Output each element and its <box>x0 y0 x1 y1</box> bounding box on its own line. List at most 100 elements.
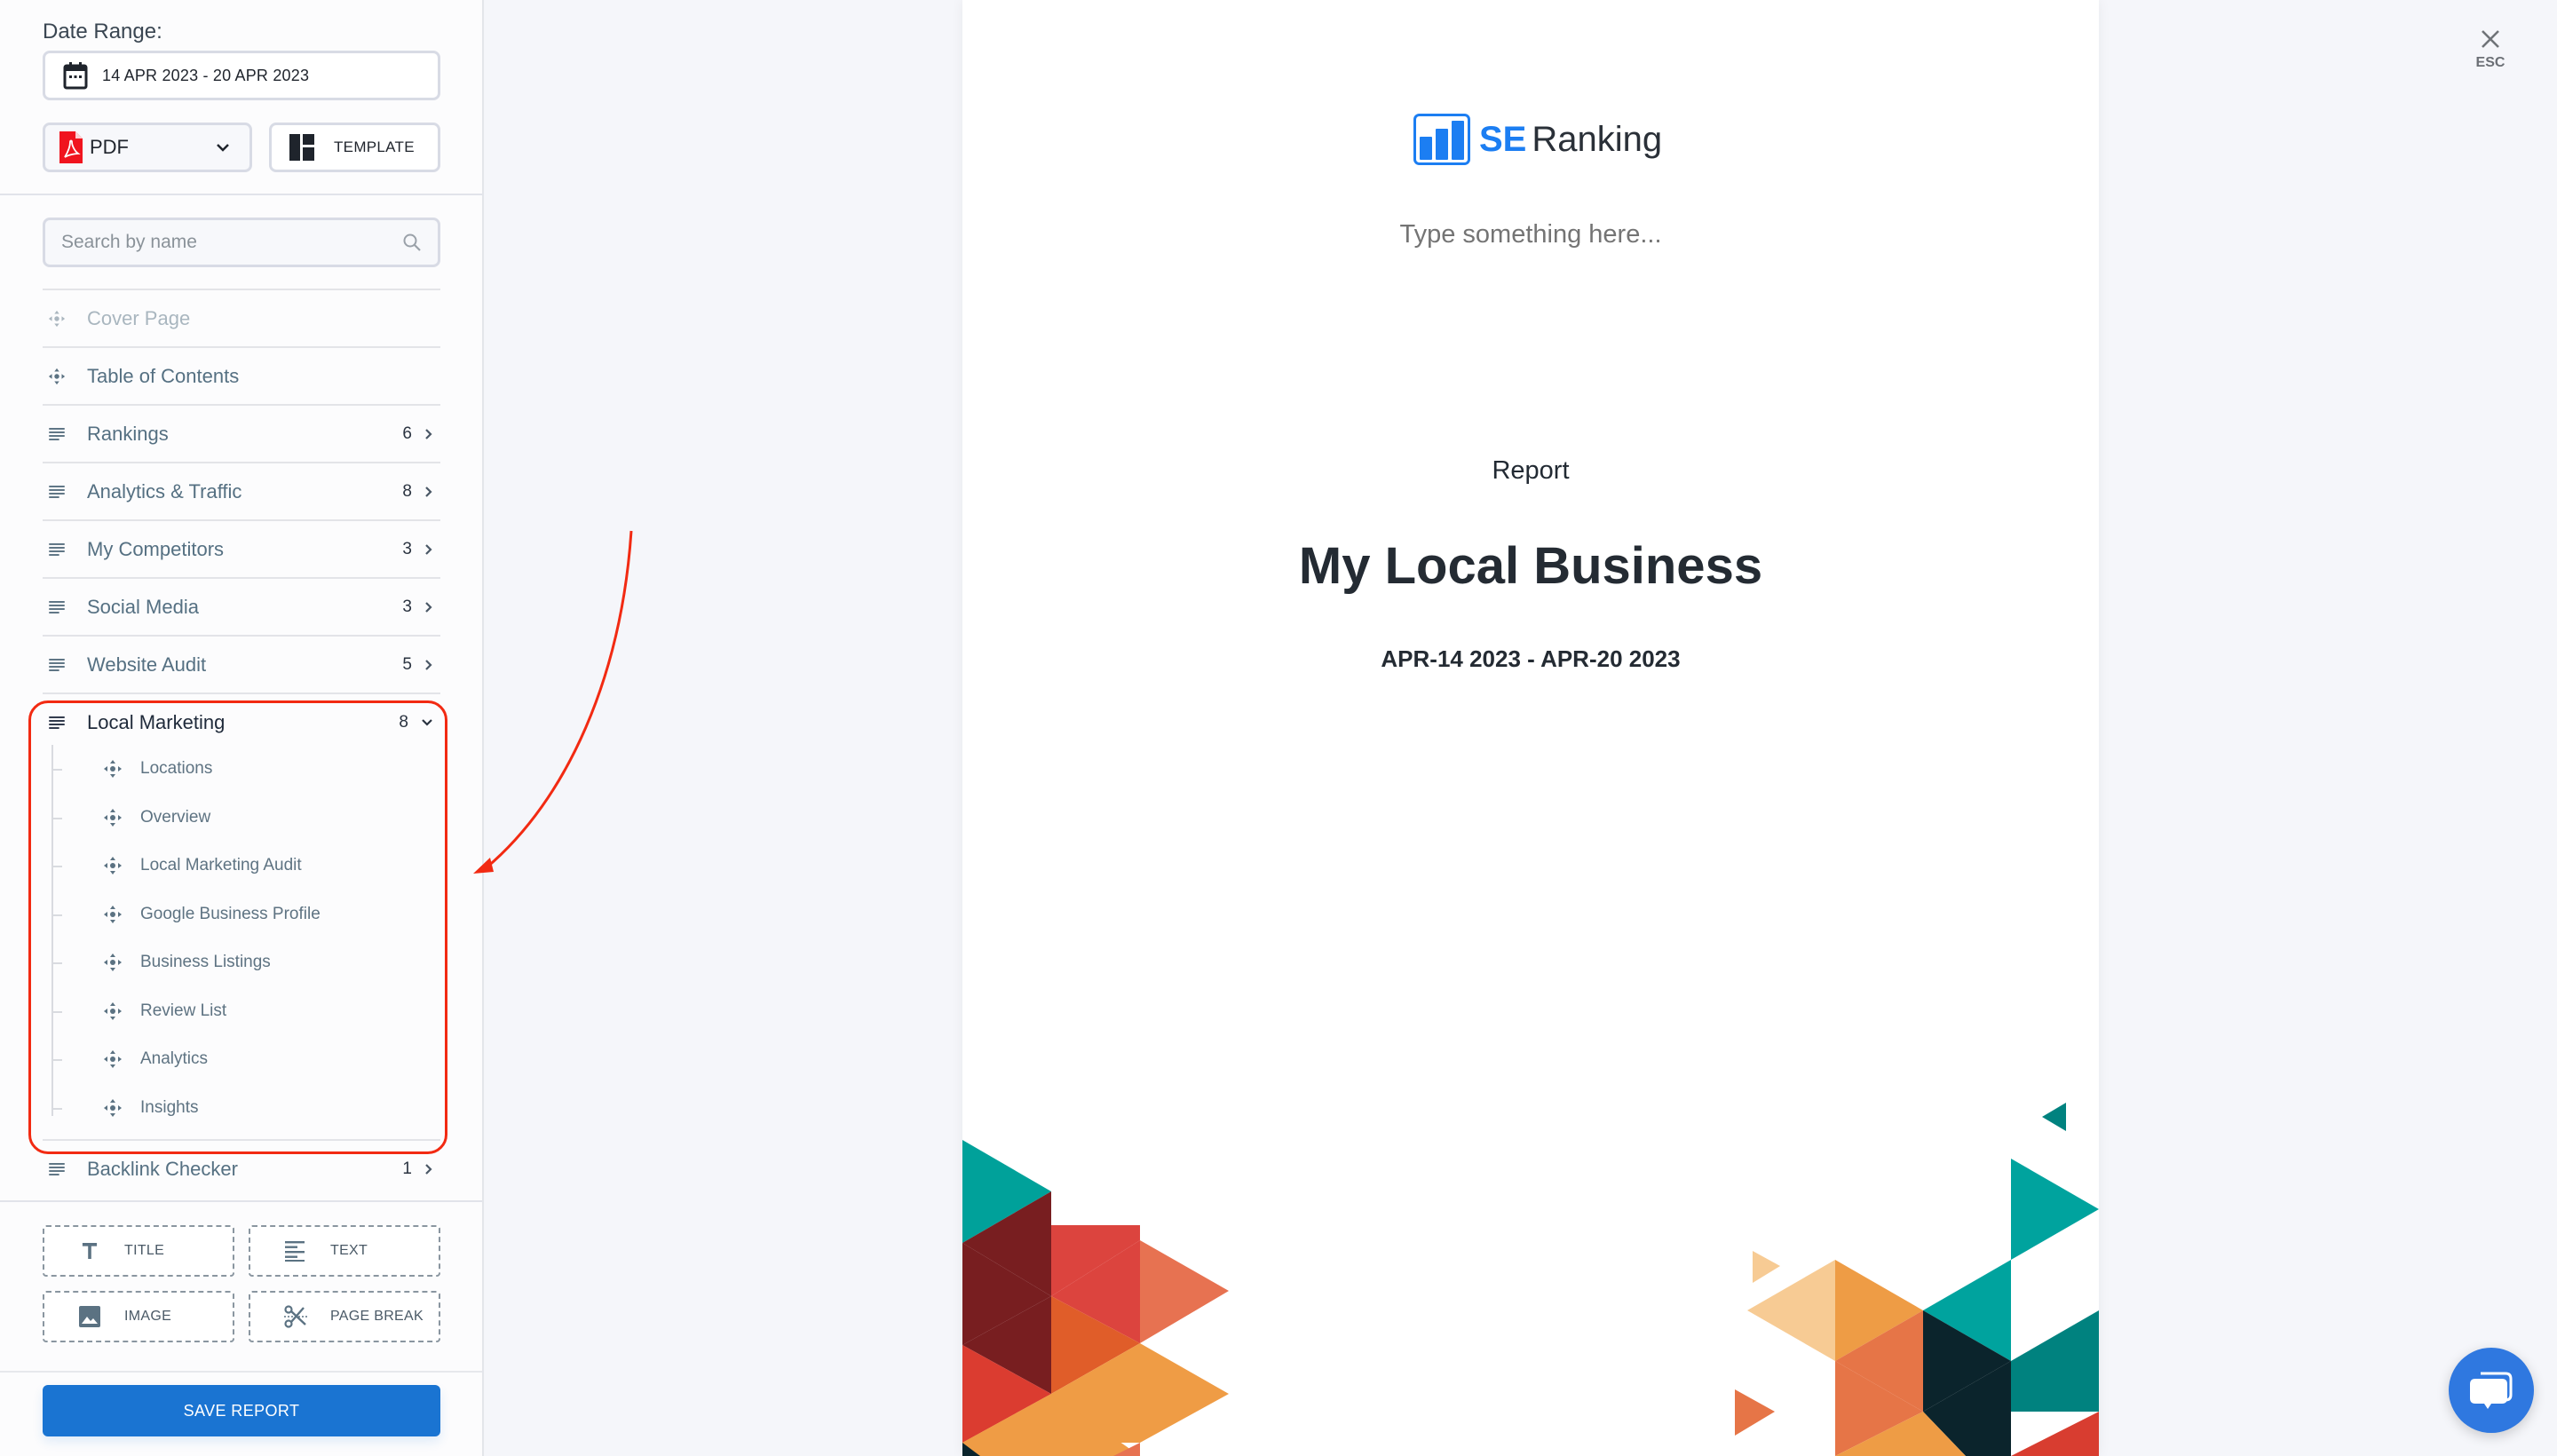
tree-branch <box>51 866 62 868</box>
search-icon[interactable] <box>402 233 422 252</box>
title-t-icon <box>78 1239 101 1262</box>
deco-triangle <box>1835 1260 1923 1361</box>
section-count: 3 <box>402 539 412 558</box>
export-format-select[interactable]: PDF <box>43 123 252 172</box>
chevron-right-icon[interactable] <box>424 543 433 556</box>
tree-branch <box>51 914 62 916</box>
add-page-break-label: PAGE BREAK <box>330 1309 424 1324</box>
drag-move-icon[interactable] <box>103 1098 123 1118</box>
bar-chart-logo-icon <box>1413 114 1470 165</box>
deco-triangle <box>962 1296 1051 1394</box>
date-range-label: Date Range: <box>43 20 162 44</box>
add-image-button[interactable]: IMAGE <box>43 1291 234 1342</box>
section-item-local-marketing[interactable]: Local Marketing 8 <box>43 692 440 750</box>
search-field[interactable] <box>43 218 440 267</box>
subsection-item[interactable]: Analytics <box>43 1035 440 1084</box>
subsection-item[interactable]: Locations <box>43 745 440 794</box>
chevron-right-icon[interactable] <box>424 659 433 671</box>
section-item-rankings[interactable]: Rankings 6 <box>43 404 440 462</box>
deco-triangle <box>1735 1389 1775 1436</box>
save-report-button[interactable]: SAVE REPORT <box>43 1385 440 1436</box>
subsection-label: Locations <box>140 759 213 779</box>
logo-ranking-text: Ranking <box>1532 119 1663 159</box>
drag-move-icon[interactable] <box>103 759 123 779</box>
subsection-item[interactable]: Insights <box>43 1084 440 1133</box>
drag-move-icon[interactable] <box>103 953 123 972</box>
deco-triangle <box>962 1343 1229 1443</box>
drag-move-icon[interactable] <box>103 808 123 827</box>
chevron-right-icon[interactable] <box>424 428 433 440</box>
list-icon <box>48 483 66 501</box>
deco-triangle <box>2011 1412 2099 1456</box>
list-icon <box>48 1160 66 1178</box>
section-item-cover-page[interactable]: Cover Page <box>43 289 440 346</box>
editable-text-placeholder[interactable]: Type something here... <box>962 220 2099 249</box>
subsection-label: Local Marketing Audit <box>140 856 302 875</box>
chevron-right-icon[interactable] <box>424 1163 433 1175</box>
list-icon <box>48 714 66 732</box>
section-item-website-audit[interactable]: Website Audit 5 <box>43 635 440 692</box>
support-chat-button[interactable] <box>2449 1348 2534 1433</box>
deco-triangle <box>1113 1443 1140 1456</box>
deco-triangle <box>1835 1310 1923 1412</box>
divider <box>0 1371 482 1373</box>
template-button-label: TEMPLATE <box>334 138 415 155</box>
drag-move-icon[interactable] <box>48 368 66 385</box>
section-item-my-competitors[interactable]: My Competitors 3 <box>43 519 440 577</box>
drag-move-icon[interactable] <box>103 1049 123 1069</box>
subsection-label: Review List <box>140 1001 227 1020</box>
section-group-local-marketing: Local Marketing 8 Locations Overview Local… <box>43 692 440 1139</box>
deco-triangle <box>1923 1361 2011 1456</box>
local-marketing-subsections: Locations Overview Local Marketing Audit Go… <box>43 745 440 1139</box>
tree-branch <box>51 817 62 819</box>
subsection-label: Business Listings <box>140 953 271 972</box>
drag-move-icon[interactable] <box>103 905 123 924</box>
chevron-right-icon[interactable] <box>424 486 433 498</box>
deco-triangle <box>1923 1260 2011 1361</box>
section-item-social-media[interactable]: Social Media 3 <box>43 577 440 635</box>
chat-bubbles-icon <box>2470 1372 2513 1409</box>
list-icon <box>48 598 66 616</box>
close-button[interactable]: ESC <box>2466 28 2514 82</box>
deco-triangle <box>1051 1240 1140 1343</box>
section-label: Website Audit <box>87 653 207 676</box>
template-button[interactable]: TEMPLATE <box>269 123 440 172</box>
calendar-icon <box>63 62 88 90</box>
section-item-analytics-traffic[interactable]: Analytics & Traffic 8 <box>43 462 440 519</box>
tree-branch <box>51 769 62 772</box>
subsection-label: Google Business Profile <box>140 904 321 923</box>
section-label: Local Marketing <box>87 710 226 733</box>
section-label: My Competitors <box>87 537 225 560</box>
drag-move-icon[interactable] <box>48 310 66 328</box>
subsection-item[interactable]: Review List <box>43 987 440 1036</box>
section-count: 5 <box>402 654 412 674</box>
tree-branch <box>51 1059 62 1062</box>
add-page-break-button[interactable]: PAGE BREAK <box>249 1291 440 1342</box>
date-range-picker[interactable]: 14 APR 2023 - 20 APR 2023 <box>43 51 440 100</box>
chevron-down-icon[interactable] <box>421 718 433 727</box>
subsection-label: Analytics <box>140 1049 209 1069</box>
add-text-button[interactable]: TEXT <box>249 1225 440 1277</box>
subsection-label: Insights <box>140 1097 199 1117</box>
drag-move-icon[interactable] <box>103 856 123 875</box>
template-grid-icon <box>289 134 314 161</box>
subsection-item[interactable]: Business Listings <box>43 938 440 987</box>
drag-move-icon[interactable] <box>103 1001 123 1021</box>
deco-triangle <box>1051 1296 1140 1394</box>
section-item-table-of-contents[interactable]: Table of Contents <box>43 346 440 404</box>
search-input[interactable] <box>61 232 402 253</box>
subsection-item[interactable]: Local Marketing Audit <box>43 842 440 890</box>
section-label: Social Media <box>87 595 199 618</box>
deco-triangle <box>2011 1310 2099 1412</box>
subsection-item[interactable]: Overview <box>43 794 440 843</box>
se-ranking-logo[interactable]: SE Ranking <box>1413 114 1662 165</box>
report-settings: Date Range: 14 APR 2023 - 20 APR 2023 PD… <box>0 0 482 195</box>
tree-branch <box>51 1107 62 1110</box>
subsection-item[interactable]: Google Business Profile <box>43 890 440 939</box>
chevron-right-icon[interactable] <box>424 601 433 613</box>
section-count: 8 <box>402 481 412 501</box>
add-title-button[interactable]: TITLE <box>43 1225 234 1277</box>
section-item-backlink-checker[interactable]: Backlink Checker 1 <box>43 1139 440 1197</box>
section-label: Backlink Checker <box>87 1157 238 1180</box>
logo-se-text: SE <box>1479 119 1527 159</box>
